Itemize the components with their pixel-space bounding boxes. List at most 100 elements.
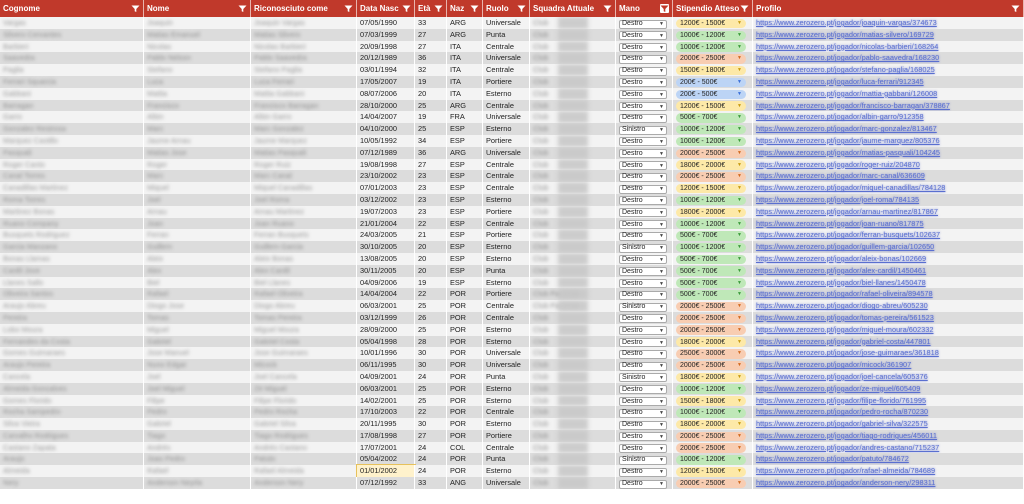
cell-ruolo[interactable]: Centrale xyxy=(483,182,530,194)
cell-profilo[interactable]: https://www.zerozero.pt/jogador/miguel-m… xyxy=(753,323,1024,336)
mano-dropdown[interactable]: Destro ▼ xyxy=(619,31,667,41)
cell-eta[interactable]: 24 xyxy=(415,370,447,383)
cell-naz[interactable]: POR xyxy=(447,418,483,430)
header-eta[interactable]: Età xyxy=(415,0,447,17)
cell-cognome[interactable]: Garro xyxy=(0,111,144,124)
cell-ruolo[interactable]: Universale xyxy=(483,359,530,371)
profile-link[interactable]: https://www.zerozero.pt/jogador/rafael-a… xyxy=(756,466,935,475)
cell-stipendio[interactable]: 1000€ - 1200€ ▼ xyxy=(673,453,753,466)
cell-stipendio[interactable]: 2000€ - 2500€ ▼ xyxy=(673,146,753,159)
cell-stipendio[interactable]: 200€ - 500€ ▼ xyxy=(673,87,753,100)
cell-naz[interactable]: POR xyxy=(447,288,483,301)
stipendio-chip[interactable]: 1800€ - 2000€ ▼ xyxy=(676,337,746,347)
mano-dropdown[interactable]: Sinistro ▼ xyxy=(619,373,667,383)
cell-naz[interactable]: ESP xyxy=(447,205,483,218)
profile-link[interactable]: https://www.zerozero.pt/jogador/marc-can… xyxy=(756,171,925,180)
cell-cognome[interactable]: Barbieri xyxy=(0,40,144,53)
cell-profilo[interactable]: https://www.zerozero.pt/jogador/diogo-ab… xyxy=(753,300,1024,312)
mano-dropdown[interactable]: Destro ▼ xyxy=(619,349,667,359)
cell-eta[interactable]: 34 xyxy=(415,134,447,147)
stipendio-chip[interactable]: 1800€ - 2000€ ▼ xyxy=(676,372,746,383)
cell-profilo[interactable]: https://www.zerozero.pt/jogador/pedro-ro… xyxy=(753,406,1024,419)
stipendio-chip[interactable]: 1800€ - 2000€ ▼ xyxy=(676,207,746,217)
cell-eta[interactable]: 22 xyxy=(415,406,447,419)
cell-profilo[interactable]: https://www.zerozero.pt/jogador/micock/3… xyxy=(753,359,1024,371)
cell-naz[interactable]: POR xyxy=(447,465,483,478)
cell-riconosciuto[interactable]: Biel Llanes xyxy=(251,276,357,289)
cell-ruolo[interactable]: Esterno xyxy=(483,87,530,100)
cell-mano[interactable]: Destro ▼ xyxy=(616,217,673,230)
profile-link[interactable]: https://www.zerozero.pt/jogador/tiago-ro… xyxy=(756,431,937,440)
mano-dropdown[interactable]: Destro ▼ xyxy=(619,208,667,218)
profile-link[interactable]: https://www.zerozero.pt/jogador/jaume-ma… xyxy=(756,136,940,145)
cell-squadra[interactable]: Club Paconse xyxy=(530,300,616,312)
profile-link[interactable]: https://www.zerozero.pt/jogador/francisc… xyxy=(756,101,950,110)
cell-eta[interactable]: 27 xyxy=(415,158,447,171)
cell-mano[interactable]: Destro ▼ xyxy=(616,170,673,183)
cell-data[interactable]: 20/11/1995 xyxy=(357,418,415,430)
cell-naz[interactable]: ESP xyxy=(447,276,483,289)
stipendio-chip[interactable]: 1000€ - 1200€ ▼ xyxy=(676,30,746,41)
cell-mano[interactable]: Destro ▼ xyxy=(616,323,673,336)
cell-ruolo[interactable]: Esterno xyxy=(483,394,530,407)
header-nome[interactable]: Nome xyxy=(144,0,251,17)
cell-ruolo[interactable]: Centrale xyxy=(483,64,530,76)
cell-stipendio[interactable]: 1000€ - 1200€ ▼ xyxy=(673,193,753,206)
cell-squadra[interactable]: Club xyxy=(530,465,616,478)
cell-stipendio[interactable]: 1200€ - 1500€ ▼ xyxy=(673,17,753,29)
cell-data[interactable]: 07/03/1999 xyxy=(357,28,415,41)
cell-eta[interactable]: 22 xyxy=(415,217,447,230)
cell-stipendio[interactable]: 1800€ - 2000€ ▼ xyxy=(673,158,753,171)
cell-cognome[interactable]: Araujo Abreu xyxy=(0,300,144,312)
cell-nome[interactable]: Matias Jose xyxy=(144,146,251,159)
cell-data[interactable]: 14/04/2007 xyxy=(357,111,415,124)
cell-data[interactable]: 06/03/2001 xyxy=(357,300,415,312)
cell-data[interactable]: 20/09/1998 xyxy=(357,40,415,53)
cell-profilo[interactable]: https://www.zerozero.pt/jogador/arnau-ma… xyxy=(753,205,1024,218)
cell-mano[interactable]: Destro ▼ xyxy=(616,418,673,430)
cell-cognome[interactable]: Rocha Sampedro xyxy=(0,406,144,419)
cell-naz[interactable]: POR xyxy=(447,382,483,395)
profile-link[interactable]: https://www.zerozero.pt/jogador/ferran-b… xyxy=(756,230,940,239)
cell-cognome[interactable]: Araujo xyxy=(0,453,144,466)
cell-nome[interactable]: Francisco xyxy=(144,99,251,112)
profile-link[interactable]: https://www.zerozero.pt/jogador/filipe-f… xyxy=(756,396,926,405)
cell-naz[interactable]: ESP xyxy=(447,264,483,277)
cell-riconosciuto[interactable]: Roger Ruiz xyxy=(251,158,357,171)
cell-nome[interactable]: Pedro xyxy=(144,406,251,419)
cell-squadra[interactable]: Club xyxy=(530,370,616,383)
cell-mano[interactable]: Destro ▼ xyxy=(616,406,673,419)
cell-ruolo[interactable]: Punta xyxy=(483,264,530,277)
cell-riconosciuto[interactable]: Gabriel Costa xyxy=(251,335,357,348)
cell-cognome[interactable]: Canal Torres xyxy=(0,170,144,183)
cell-squadra[interactable]: Club xyxy=(530,87,616,100)
cell-ruolo[interactable]: Punta xyxy=(483,28,530,41)
cell-mano[interactable]: Destro ▼ xyxy=(616,28,673,41)
cell-mano[interactable]: Destro ▼ xyxy=(616,347,673,360)
cell-profilo[interactable]: https://www.zerozero.pt/jogador/joaquin-… xyxy=(753,17,1024,29)
profile-link[interactable]: https://www.zerozero.pt/jogador/rafael-o… xyxy=(756,289,933,298)
cell-naz[interactable]: ESP xyxy=(447,123,483,135)
cell-riconosciuto[interactable]: Joel Cancela xyxy=(251,370,357,383)
cell-nome[interactable]: Biel xyxy=(144,276,251,289)
cell-ruolo[interactable]: Centrale xyxy=(483,300,530,312)
profile-link[interactable]: https://www.zerozero.pt/jogador/gabriel-… xyxy=(756,337,931,346)
cell-cognome[interactable]: Cancela xyxy=(0,370,144,383)
cell-ruolo[interactable]: Portiere xyxy=(483,429,530,442)
cell-eta[interactable]: 20 xyxy=(415,87,447,100)
cell-eta[interactable]: 25 xyxy=(415,300,447,312)
cell-squadra[interactable]: Club xyxy=(530,99,616,112)
profile-link[interactable]: https://www.zerozero.pt/jogador/andres-c… xyxy=(756,443,939,452)
profile-link[interactable]: https://www.zerozero.pt/jogador/tomas-pe… xyxy=(756,313,934,322)
cell-mano[interactable]: Destro ▼ xyxy=(616,441,673,454)
cell-mano[interactable]: Destro ▼ xyxy=(616,75,673,88)
cell-eta[interactable]: 23 xyxy=(415,193,447,206)
cell-profilo[interactable]: https://www.zerozero.pt/jogador/miquel-c… xyxy=(753,182,1024,194)
cell-eta[interactable]: 28 xyxy=(415,335,447,348)
cell-cognome[interactable]: Gomes Guimaraes xyxy=(0,347,144,360)
cell-stipendio[interactable]: 1000€ - 1200€ ▼ xyxy=(673,382,753,395)
cell-riconosciuto[interactable]: Tiago Rodrigues xyxy=(251,429,357,442)
cell-mano[interactable]: Destro ▼ xyxy=(616,382,673,395)
profile-link[interactable]: https://www.zerozero.pt/jogador/gabriel-… xyxy=(756,419,928,428)
cell-naz[interactable]: POR xyxy=(447,359,483,371)
